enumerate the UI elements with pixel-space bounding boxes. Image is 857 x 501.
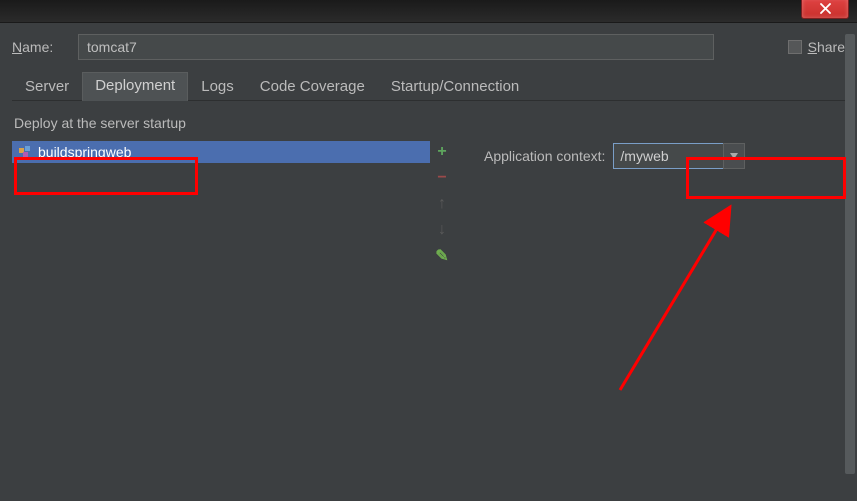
tab-deployment[interactable]: Deployment [82,72,188,101]
remove-button[interactable]: − [433,169,451,187]
config-dialog: Name: Share Server Deployment Logs Code … [0,0,857,501]
artifact-icon [18,145,32,159]
tab-startup-connection[interactable]: Startup/Connection [378,73,532,101]
name-label: Name: [12,39,70,55]
share-group[interactable]: Share [788,39,845,55]
share-label: Share [808,39,845,55]
list-toolbar: + − ↑ ↓ ✎ [430,141,454,461]
tab-logs[interactable]: Logs [188,73,247,101]
share-checkbox[interactable] [788,40,802,54]
deployment-panel: Deploy at the server startup buildspring… [12,101,845,461]
move-up-button[interactable]: ↑ [433,195,451,213]
application-context-input[interactable] [613,143,723,169]
artifact-name: buildspringweb [38,144,131,160]
application-context-combobox[interactable] [613,143,745,169]
artifact-list[interactable]: buildspringweb [12,141,430,461]
name-row: Name: Share [12,22,845,72]
titlebar [0,0,857,23]
tab-server[interactable]: Server [12,73,82,101]
edit-button[interactable]: ✎ [433,247,451,265]
application-context-dropdown-button[interactable] [723,143,745,169]
tab-code-coverage[interactable]: Code Coverage [247,73,378,101]
context-row: Application context: [484,143,845,169]
section-title: Deploy at the server startup [14,115,845,131]
add-button[interactable]: + [433,143,451,161]
name-input[interactable] [78,34,714,60]
close-icon [820,3,831,14]
dialog-body: Name: Share Server Deployment Logs Code … [0,22,857,501]
artifact-item[interactable]: buildspringweb [12,141,430,163]
application-context-label: Application context: [484,148,605,164]
tab-bar: Server Deployment Logs Code Coverage Sta… [12,72,845,101]
artifact-settings-pane: Application context: [454,141,845,461]
close-button[interactable] [801,0,849,19]
chevron-down-icon [730,153,738,159]
deploy-row: buildspringweb + − ↑ ↓ ✎ Application con… [12,141,845,461]
move-down-button[interactable]: ↓ [433,221,451,239]
